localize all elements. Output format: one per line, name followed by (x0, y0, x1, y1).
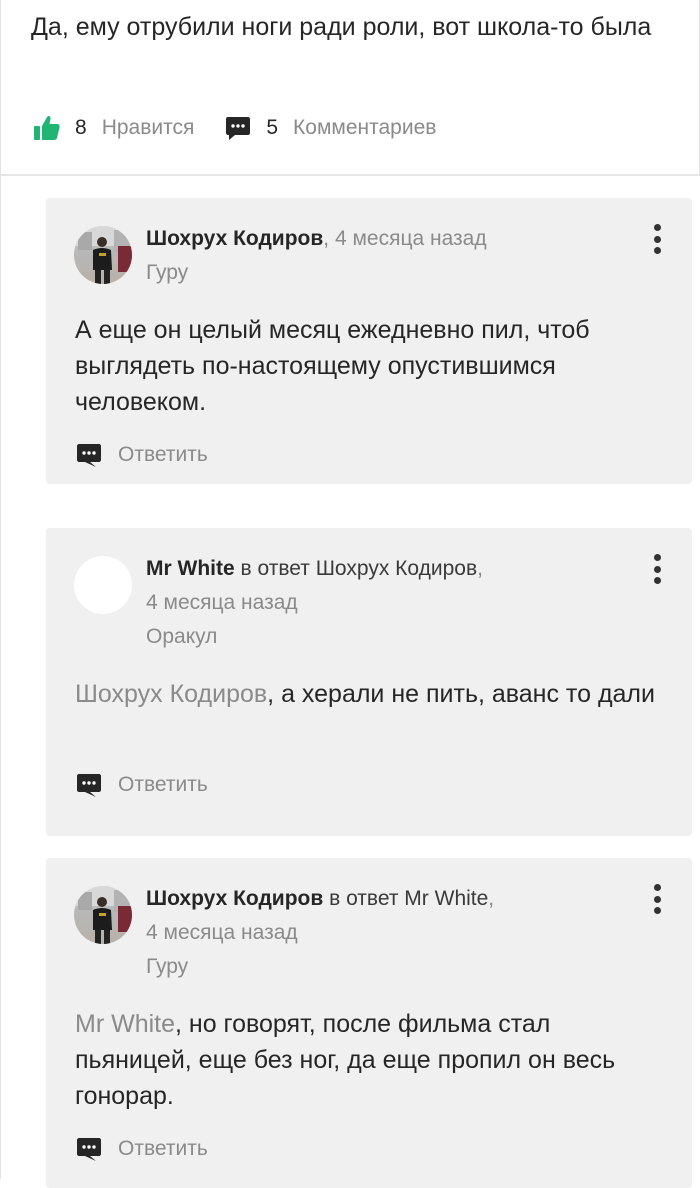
reply-label: Ответить (118, 1137, 208, 1160)
comment-time: 4 месяца назад (146, 591, 298, 614)
comment-author[interactable]: Шохрух Кодиров (146, 887, 323, 910)
reply-button[interactable]: Ответить (76, 442, 208, 468)
comment-icon (76, 772, 102, 798)
dot-icon (653, 565, 661, 573)
reply-to-author[interactable]: Mr White (404, 887, 488, 910)
avatar[interactable] (74, 226, 132, 284)
comment-text: Mr White, но говорят, после фильма стал … (75, 1006, 665, 1114)
comments-button[interactable]: 5 Комментариев (224, 114, 436, 142)
meta-separator: , (488, 887, 495, 910)
comment-time: 4 месяца назад (146, 921, 298, 944)
more-options-menu[interactable] (650, 224, 664, 254)
thumbs-up-icon (33, 114, 61, 142)
comment-card: Mr White в ответ Шохрух Кодиров, 4 месяц… (46, 528, 692, 836)
reply-button[interactable]: Ответить (76, 1136, 208, 1162)
comment-text: А еще он целый месяц ежедневно пил, чтоб… (75, 312, 665, 420)
reply-button[interactable]: Ответить (76, 772, 208, 798)
author-rank: Оракул (146, 625, 218, 648)
comment-icon (76, 442, 102, 468)
comments-label: Комментариев (293, 116, 437, 139)
comments-thread: Шохрух Кодиров, 4 месяца назад Гуру А ещ… (0, 176, 700, 1188)
comment-body: , а херали не пить, аванс то дали (267, 680, 655, 708)
avatar[interactable] (74, 556, 132, 614)
comment-meta: Шохрух Кодиров, 4 месяца назад Гуру (146, 222, 646, 290)
mention-link[interactable]: Mr White (75, 1010, 175, 1038)
comment-card: Шохрух Кодиров, 4 месяца назад Гуру А ещ… (46, 198, 692, 484)
comment-body: А еще он целый месяц ежедневно пил, чтоб… (75, 316, 590, 416)
comment-icon (76, 1136, 102, 1162)
avatar[interactable] (74, 886, 132, 944)
comment-time: 4 месяца назад (334, 227, 487, 250)
reply-to-prefix: в ответ (323, 887, 405, 910)
comment-meta: Шохрух Кодиров в ответ Mr White, 4 месяц… (146, 882, 646, 984)
dot-icon (653, 884, 661, 891)
meta-separator: , (477, 557, 483, 580)
dot-icon (653, 554, 661, 561)
post-actions: 8 Нравится 5 Комментариев (33, 110, 466, 146)
dot-icon (653, 224, 661, 231)
more-options-menu[interactable] (650, 554, 664, 584)
like-count: 8 (75, 116, 87, 139)
comment-author[interactable]: Mr White (146, 557, 235, 580)
reply-to-author[interactable]: Шохрух Кодиров (316, 557, 477, 580)
reply-label: Ответить (118, 773, 208, 796)
comment-text: Шохрух Кодиров, а херали не пить, аванс … (75, 676, 665, 712)
like-button[interactable]: 8 Нравится (33, 114, 194, 142)
like-label: Нравится (101, 116, 195, 139)
dot-icon (653, 907, 661, 914)
more-options-menu[interactable] (650, 884, 664, 914)
author-rank: Гуру (146, 955, 189, 978)
dot-icon (653, 577, 661, 584)
comment-card: Шохрух Кодиров в ответ Mr White, 4 месяц… (46, 858, 692, 1188)
dot-icon (653, 235, 661, 243)
author-rank: Гуру (146, 261, 189, 284)
dot-icon (653, 247, 661, 254)
meta-separator: , (323, 227, 335, 250)
comments-count: 5 (266, 116, 279, 139)
dot-icon (653, 895, 661, 903)
comment-icon (224, 114, 252, 142)
comment-meta: Mr White в ответ Шохрух Кодиров, 4 месяц… (146, 552, 646, 654)
reply-to-prefix: в ответ (234, 557, 316, 580)
mention-link[interactable]: Шохрух Кодиров (75, 680, 267, 708)
post: Да, ему отрубили ноги ради роли, вот шко… (0, 0, 700, 176)
reply-label: Ответить (118, 443, 208, 466)
comment-author[interactable]: Шохрух Кодиров (146, 227, 323, 250)
post-text: Да, ему отрубили ноги ради роли, вот шко… (31, 13, 652, 41)
